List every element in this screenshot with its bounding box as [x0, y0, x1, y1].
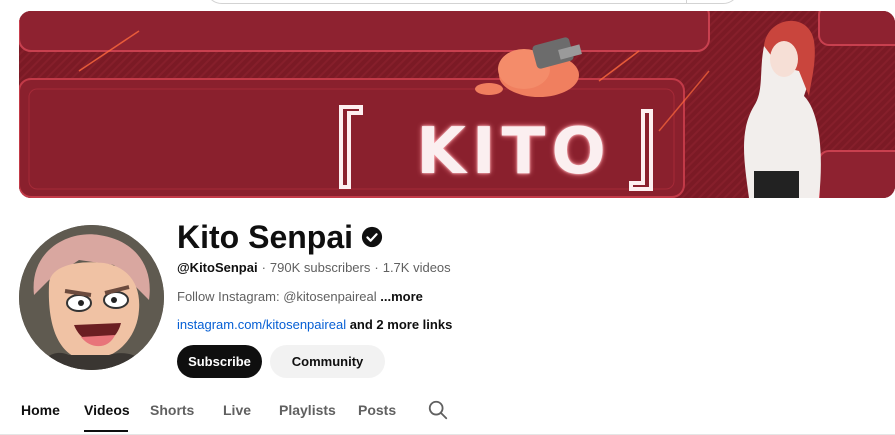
channel-meta: @KitoSenpai · 790K subscribers · 1.7K vi… — [177, 260, 451, 275]
channel-handle: @KitoSenpai — [177, 260, 258, 275]
tab-live[interactable]: Live — [223, 392, 251, 427]
search-icon[interactable] — [427, 399, 449, 421]
active-tab-indicator — [84, 430, 128, 432]
tab-home[interactable]: Home — [21, 392, 60, 427]
banner-title: KITO — [416, 115, 612, 189]
channel-avatar[interactable] — [19, 225, 164, 370]
meta-separator-2: · — [374, 260, 379, 275]
community-button[interactable]: Community — [270, 345, 385, 378]
tab-posts[interactable]: Posts — [358, 392, 396, 427]
channel-description[interactable]: Follow Instagram: @kitosenpaireal ...mor… — [177, 289, 423, 304]
description-more-button[interactable]: ...more — [380, 289, 423, 304]
tab-videos[interactable]: Videos — [84, 392, 130, 427]
tab-shorts[interactable]: Shorts — [150, 392, 194, 427]
search-bar-divider — [686, 0, 687, 3]
tab-playlists[interactable]: Playlists — [279, 392, 336, 427]
more-links-button[interactable]: and 2 more links — [350, 317, 453, 332]
channel-links: instagram.com/kitosenpaireal and 2 more … — [177, 317, 452, 332]
description-text: Follow Instagram: @kitosenpaireal — [177, 289, 377, 304]
video-count: 1.7K videos — [382, 260, 451, 275]
top-search-bar[interactable] — [205, 0, 740, 4]
verified-check-icon — [361, 226, 383, 248]
channel-name-row: Kito Senpai — [177, 217, 383, 257]
subscribe-button[interactable]: Subscribe — [177, 345, 262, 378]
avatar-artwork — [19, 225, 164, 370]
channel-banner: KITO — [19, 11, 895, 198]
instagram-link[interactable]: instagram.com/kitosenpaireal — [177, 317, 346, 332]
channel-name: Kito Senpai — [177, 219, 354, 255]
subscriber-count: 790K subscribers — [269, 260, 371, 275]
meta-separator: · — [261, 260, 266, 275]
